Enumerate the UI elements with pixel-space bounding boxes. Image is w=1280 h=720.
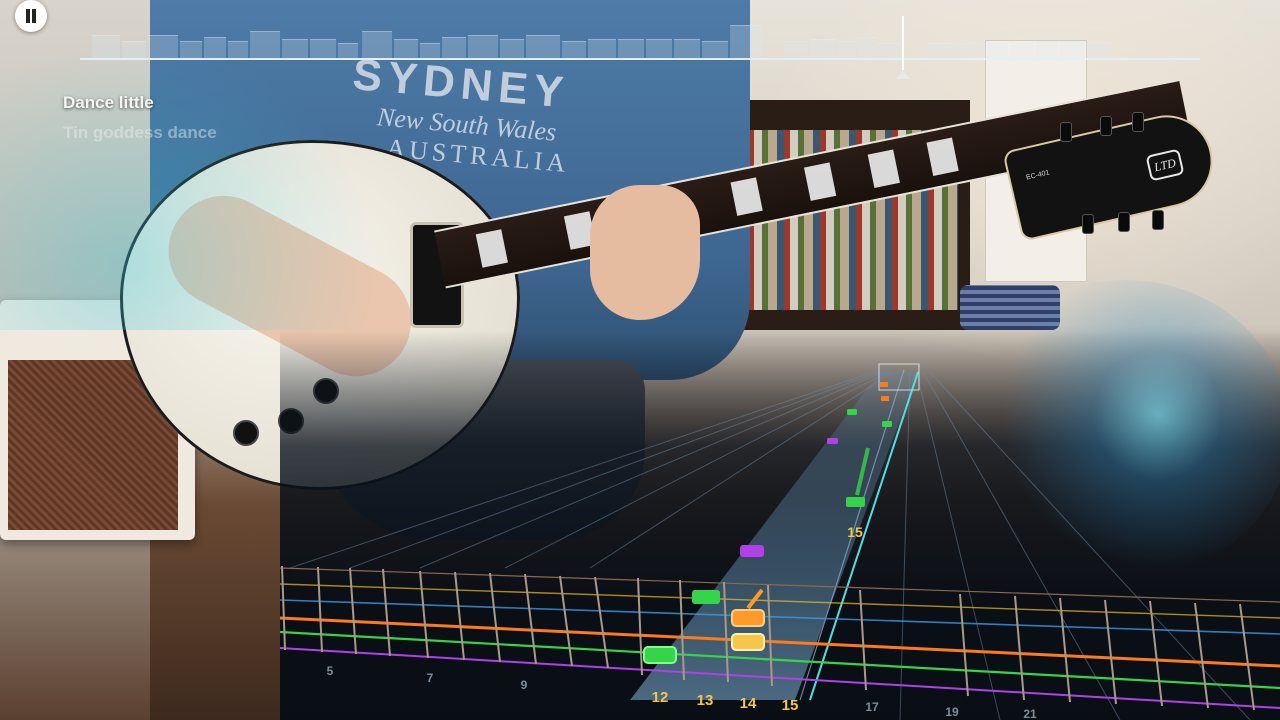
note-gem bbox=[827, 438, 838, 444]
song-section[interactable] bbox=[468, 35, 498, 58]
song-section[interactable] bbox=[282, 39, 308, 58]
progress-playhead[interactable] bbox=[902, 16, 904, 70]
dim-fret-number: 19 bbox=[945, 705, 959, 719]
note-gem bbox=[731, 633, 765, 651]
song-section[interactable] bbox=[362, 31, 392, 58]
song-section[interactable] bbox=[1036, 41, 1058, 58]
song-section[interactable] bbox=[204, 37, 226, 58]
lane-fret-number: 12 bbox=[652, 689, 669, 706]
song-section[interactable] bbox=[618, 39, 644, 58]
song-section[interactable] bbox=[122, 41, 146, 58]
note-gem bbox=[643, 646, 677, 664]
song-section[interactable] bbox=[588, 39, 616, 58]
song-section[interactable] bbox=[394, 39, 418, 58]
song-section[interactable] bbox=[562, 41, 586, 58]
song-section[interactable] bbox=[1060, 41, 1084, 58]
dim-fret-number: 9 bbox=[521, 678, 528, 692]
song-section[interactable] bbox=[500, 39, 524, 58]
song-section[interactable] bbox=[420, 43, 440, 58]
song-section[interactable] bbox=[1086, 43, 1110, 58]
lyric-current-line: Dance little bbox=[63, 93, 154, 112]
song-section[interactable] bbox=[954, 43, 980, 58]
note-gem bbox=[731, 609, 765, 627]
song-section[interactable] bbox=[730, 25, 762, 58]
pause-icon[interactable] bbox=[15, 0, 47, 32]
song-section[interactable] bbox=[310, 39, 336, 58]
song-section[interactable] bbox=[810, 39, 836, 58]
lyric-next-line: Tin goddess dance bbox=[63, 123, 217, 142]
progress-track[interactable] bbox=[80, 58, 1200, 60]
song-section[interactable] bbox=[338, 43, 358, 58]
note-highway: 15 12 13 14 15 5 7 9 17 19 21 bbox=[279, 363, 1280, 720]
playhead-marker-icon[interactable] bbox=[896, 70, 910, 79]
song-section[interactable] bbox=[878, 43, 900, 58]
song-section[interactable] bbox=[526, 35, 560, 58]
song-progress-map[interactable] bbox=[80, 14, 1200, 79]
song-section[interactable] bbox=[228, 41, 248, 58]
dim-fret-number: 21 bbox=[1023, 707, 1037, 720]
song-section[interactable] bbox=[148, 35, 178, 58]
song-section[interactable] bbox=[926, 43, 952, 58]
lane-fret-number: 14 bbox=[740, 695, 757, 712]
song-section[interactable] bbox=[250, 31, 280, 58]
song-section[interactable] bbox=[702, 41, 728, 58]
song-section[interactable] bbox=[858, 37, 876, 58]
note-gem bbox=[740, 545, 764, 557]
note-gem bbox=[846, 497, 865, 507]
dim-fret-number: 5 bbox=[327, 664, 334, 678]
song-section[interactable] bbox=[982, 43, 1008, 58]
song-section[interactable] bbox=[442, 37, 466, 58]
song-section[interactable] bbox=[1010, 43, 1034, 58]
note-gem bbox=[847, 409, 857, 415]
song-section[interactable] bbox=[180, 41, 202, 58]
note-gem bbox=[882, 421, 892, 427]
note-gem bbox=[881, 396, 889, 401]
song-section[interactable] bbox=[784, 41, 808, 58]
dim-fret-number: 7 bbox=[427, 671, 434, 685]
song-section[interactable] bbox=[838, 41, 856, 58]
lane-fret-number: 13 bbox=[697, 692, 714, 709]
song-section[interactable] bbox=[646, 39, 672, 58]
note-gem bbox=[880, 382, 888, 387]
lane-fret-number: 15 bbox=[782, 697, 799, 714]
note-fret-label: 15 bbox=[847, 524, 863, 540]
note-gem bbox=[692, 590, 720, 604]
song-section[interactable] bbox=[92, 35, 120, 58]
dim-fret-number: 17 bbox=[865, 700, 879, 714]
song-section[interactable] bbox=[674, 39, 700, 58]
